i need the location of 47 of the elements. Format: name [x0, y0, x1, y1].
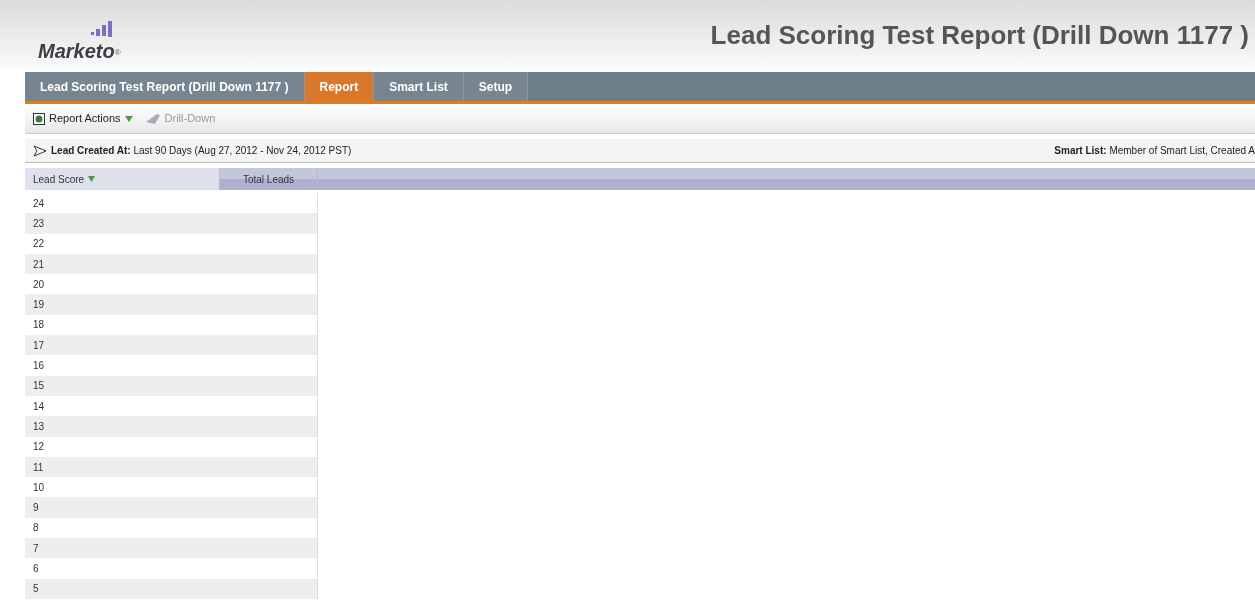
lead-score-cell-text: 23 — [33, 216, 45, 231]
lead-score-cell-text: 14 — [33, 399, 45, 414]
report-title: Lead Scoring Test Report (Drill Down 1177 ) — [710, 18, 1249, 52]
lead-score-cell-text: 16 — [33, 359, 45, 373]
lead-score-cell-text: 11 — [33, 460, 44, 475]
registered-mark: ® — [114, 48, 121, 57]
report-icon — [33, 112, 45, 125]
lead-score-cell-text: 24 — [33, 196, 45, 211]
table-row[interactable]: 13 — [25, 416, 317, 437]
report-actions-button[interactable]: Report Actions — [33, 110, 133, 127]
table-row[interactable]: 19 — [25, 294, 317, 315]
caret-icon — [124, 115, 133, 122]
lead-score-cell-text: 13 — [33, 419, 45, 434]
logo-text: Marketo — [38, 41, 115, 61]
bar-chart-icon — [90, 21, 113, 39]
table-row[interactable]: 7 — [25, 538, 317, 559]
tab[interactable]: Setup — [463, 72, 529, 101]
table-row[interactable]: 21 — [25, 253, 317, 275]
lead-score-cell-text: 10 — [33, 480, 45, 495]
drill-icon — [144, 112, 161, 125]
sort-caret-icon — [88, 176, 96, 182]
lead-score-cell-text: 17 — [33, 338, 45, 353]
column-header[interactable]: Total Leads — [220, 168, 318, 190]
lead-score-cell-text: 12 — [33, 440, 45, 455]
table-row[interactable]: 5 — [25, 578, 317, 599]
table-row[interactable]: 11 — [25, 456, 317, 478]
table-row[interactable]: 23 — [25, 213, 317, 234]
column-header[interactable]: Lead Score — [25, 168, 220, 190]
lead-score-cell-text: 18 — [33, 318, 45, 333]
table-row[interactable]: 17 — [25, 335, 317, 356]
filter-icon — [33, 144, 47, 157]
filter-text: Lead Created At: Last 90 Days (Aug 27, 2012 - Nov 24, 2012 PST) — [51, 144, 352, 158]
smart-list-text: Smart List: Member of Smart List, Created A — [1054, 144, 1255, 158]
lead-score-cell-text: 19 — [33, 298, 45, 313]
lead-score-cell-text: 8 — [33, 521, 39, 536]
lead-score-cell-text: 5 — [33, 582, 39, 597]
lead-score-cell-text: 15 — [33, 379, 45, 394]
table-row[interactable]: 9 — [25, 497, 317, 518]
tab[interactable]: Smart List — [374, 72, 464, 101]
lead-score-cell-text: 6 — [33, 562, 39, 576]
lead-score-cell-text: 9 — [33, 501, 39, 516]
lead-score-cell-text: 7 — [33, 541, 39, 556]
lead-score-cell-text: 20 — [33, 277, 45, 292]
tab[interactable]: Lead Scoring Test Report (Drill Down 1177 ) — [25, 72, 305, 101]
lead-score-cell-text: 22 — [33, 237, 45, 252]
lead-score-cell-text: 21 — [33, 257, 45, 272]
table-row[interactable]: 15 — [25, 375, 317, 396]
